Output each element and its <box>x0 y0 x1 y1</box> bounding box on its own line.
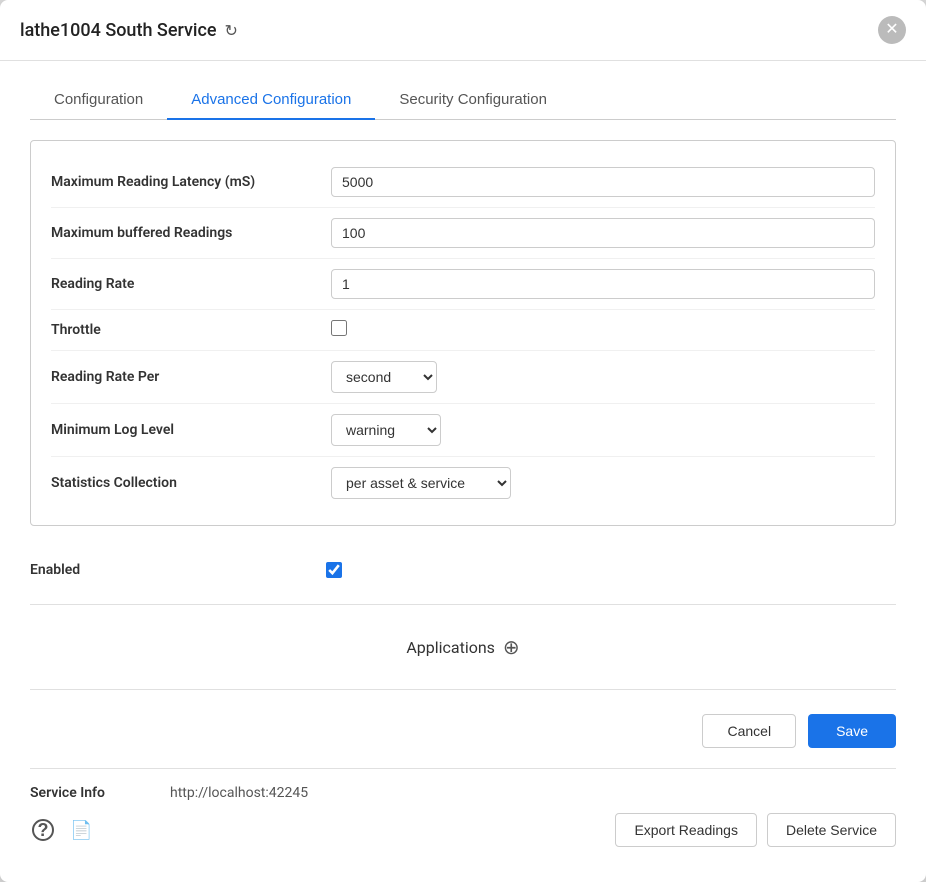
select-reading-rate-per[interactable]: second minute hour <box>331 361 437 393</box>
label-statistics-collection: Statistics Collection <box>51 475 331 491</box>
config-row-min-log-level: Minimum Log Level warning error info deb… <box>51 404 875 457</box>
service-info-label: Service Info <box>30 785 150 801</box>
label-min-log-level: Minimum Log Level <box>51 422 331 438</box>
delete-service-button[interactable]: Delete Service <box>767 813 896 847</box>
cancel-button[interactable]: Cancel <box>702 714 796 748</box>
modal-title-row: lathe1004 South Service ↻ <box>20 20 238 41</box>
config-row-reading-rate: Reading Rate <box>51 259 875 310</box>
modal-header: lathe1004 South Service ↻ ✕ <box>0 0 926 61</box>
value-min-log-level: warning error info debug <box>331 414 875 446</box>
tabs-container: Configuration Advanced Configuration Sec… <box>30 81 896 120</box>
label-max-reading-latency: Maximum Reading Latency (mS) <box>51 174 331 190</box>
divider-2 <box>30 689 896 690</box>
value-statistics-collection: per asset & service per asset per servic… <box>331 467 875 499</box>
document-icon-button[interactable]: 📄 <box>68 817 94 843</box>
applications-title: Applications <box>406 638 495 657</box>
service-info-row: Service Info http://localhost:42245 <box>30 785 896 801</box>
label-max-buffered-readings: Maximum buffered Readings <box>51 225 331 241</box>
value-reading-rate-per: second minute hour <box>331 361 875 393</box>
label-reading-rate: Reading Rate <box>51 276 331 292</box>
enabled-label: Enabled <box>30 562 310 578</box>
enabled-checkbox[interactable] <box>326 562 342 578</box>
config-panel: Maximum Reading Latency (mS) Maximum buf… <box>30 140 896 526</box>
tab-security-configuration[interactable]: Security Configuration <box>375 81 571 120</box>
config-row-max-reading-latency: Maximum Reading Latency (mS) <box>51 157 875 208</box>
value-max-reading-latency <box>331 167 875 197</box>
refresh-icon[interactable]: ↻ <box>225 21 238 40</box>
applications-section: Applications ⊕ <box>30 625 896 679</box>
enabled-row: Enabled <box>30 546 896 594</box>
document-icon: 📄 <box>70 820 92 840</box>
service-info-bottom: ? 📄 Export Readings Delete Service <box>30 813 896 847</box>
export-readings-button[interactable]: Export Readings <box>615 813 757 847</box>
select-statistics-collection[interactable]: per asset & service per asset per servic… <box>331 467 511 499</box>
save-button[interactable]: Save <box>808 714 896 748</box>
config-row-statistics-collection: Statistics Collection per asset & servic… <box>51 457 875 509</box>
config-row-max-buffered-readings: Maximum buffered Readings <box>51 208 875 259</box>
tab-advanced-configuration[interactable]: Advanced Configuration <box>167 81 375 120</box>
label-throttle: Throttle <box>51 322 331 338</box>
info-icons: ? 📄 <box>30 817 94 843</box>
modal-title: lathe1004 South Service <box>20 20 217 41</box>
help-icon: ? <box>32 819 54 841</box>
checkbox-throttle[interactable] <box>331 320 347 336</box>
input-max-buffered-readings[interactable] <box>331 218 875 248</box>
tab-configuration[interactable]: Configuration <box>30 81 167 120</box>
modal-body: Configuration Advanced Configuration Sec… <box>0 61 926 882</box>
bottom-action-buttons: Export Readings Delete Service <box>615 813 896 847</box>
select-min-log-level[interactable]: warning error info debug <box>331 414 441 446</box>
help-icon-button[interactable]: ? <box>30 817 56 843</box>
value-max-buffered-readings <box>331 218 875 248</box>
service-info-url: http://localhost:42245 <box>170 785 308 801</box>
value-reading-rate <box>331 269 875 299</box>
input-reading-rate[interactable] <box>331 269 875 299</box>
service-info-section: Service Info http://localhost:42245 ? 📄 … <box>30 768 896 857</box>
divider-1 <box>30 604 896 605</box>
input-max-reading-latency[interactable] <box>331 167 875 197</box>
config-row-throttle: Throttle <box>51 310 875 351</box>
modal-container: lathe1004 South Service ↻ ✕ Configuratio… <box>0 0 926 882</box>
action-buttons: Cancel Save <box>30 706 896 768</box>
add-application-icon[interactable]: ⊕ <box>503 635 520 659</box>
config-row-reading-rate-per: Reading Rate Per second minute hour <box>51 351 875 404</box>
close-button[interactable]: ✕ <box>878 16 906 44</box>
value-throttle <box>331 320 875 340</box>
label-reading-rate-per: Reading Rate Per <box>51 369 331 385</box>
